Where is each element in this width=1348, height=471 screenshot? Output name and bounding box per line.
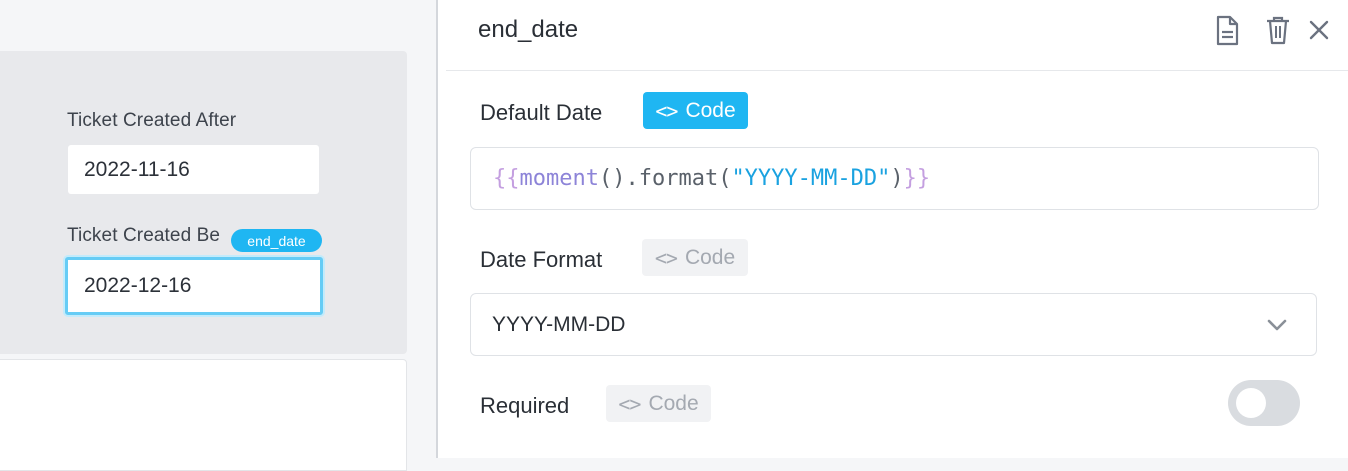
default-date-code-button[interactable]: <> Code (643, 92, 748, 129)
ticket-created-after-label: Ticket Created After (67, 110, 237, 131)
canvas-area: Ticket Created After 2022-11-16 Ticket C… (0, 0, 436, 471)
date-format-label: Date Format (480, 247, 603, 272)
code-icon: <> (654, 245, 678, 270)
code-token: ().format( (598, 166, 732, 191)
trash-icon[interactable] (1263, 14, 1293, 48)
code-token: ) (890, 166, 904, 191)
code-token: moment (519, 166, 599, 191)
close-icon[interactable] (1304, 14, 1334, 48)
selected-component-tag[interactable]: end_date (231, 229, 322, 252)
date-format-select[interactable]: YYYY-MM-DD (470, 293, 1317, 356)
date-format-selected-value: YYYY-MM-DD (492, 312, 626, 336)
inspector-panel: end_date Default Date <> Code {{moment()… (436, 0, 1348, 458)
lower-panel (0, 359, 407, 471)
code-token: "YYYY-MM-DD" (731, 166, 891, 191)
document-icon[interactable] (1212, 14, 1242, 48)
code-button-label: Code (685, 98, 736, 122)
inspector-title: end_date (478, 16, 579, 43)
form-container[interactable]: Ticket Created After 2022-11-16 Ticket C… (0, 51, 407, 354)
required-label: Required (480, 393, 570, 418)
default-date-code-editor[interactable]: {{moment ().format("YYYY-MM-DD")}} (470, 147, 1319, 210)
inspector-header: end_date (446, 0, 1348, 71)
ticket-created-before-input[interactable]: 2022-12-16 (65, 257, 323, 315)
code-icon: <> (655, 98, 678, 123)
ticket-created-before-label: Ticket Created Be (67, 225, 221, 246)
default-date-label: Default Date (480, 100, 603, 125)
code-button-label: Code (648, 391, 699, 415)
required-code-button[interactable]: <> Code (606, 385, 711, 422)
toggle-knob (1236, 388, 1266, 418)
code-button-label: Code (684, 245, 736, 269)
chevron-down-icon (1267, 319, 1287, 331)
required-toggle[interactable] (1228, 380, 1300, 426)
code-icon: <> (618, 391, 641, 416)
ticket-created-after-input[interactable]: 2022-11-16 (68, 145, 319, 194)
code-token: {{ (493, 166, 520, 191)
code-token: }} (903, 166, 931, 191)
date-format-code-button[interactable]: <> Code (642, 239, 748, 276)
